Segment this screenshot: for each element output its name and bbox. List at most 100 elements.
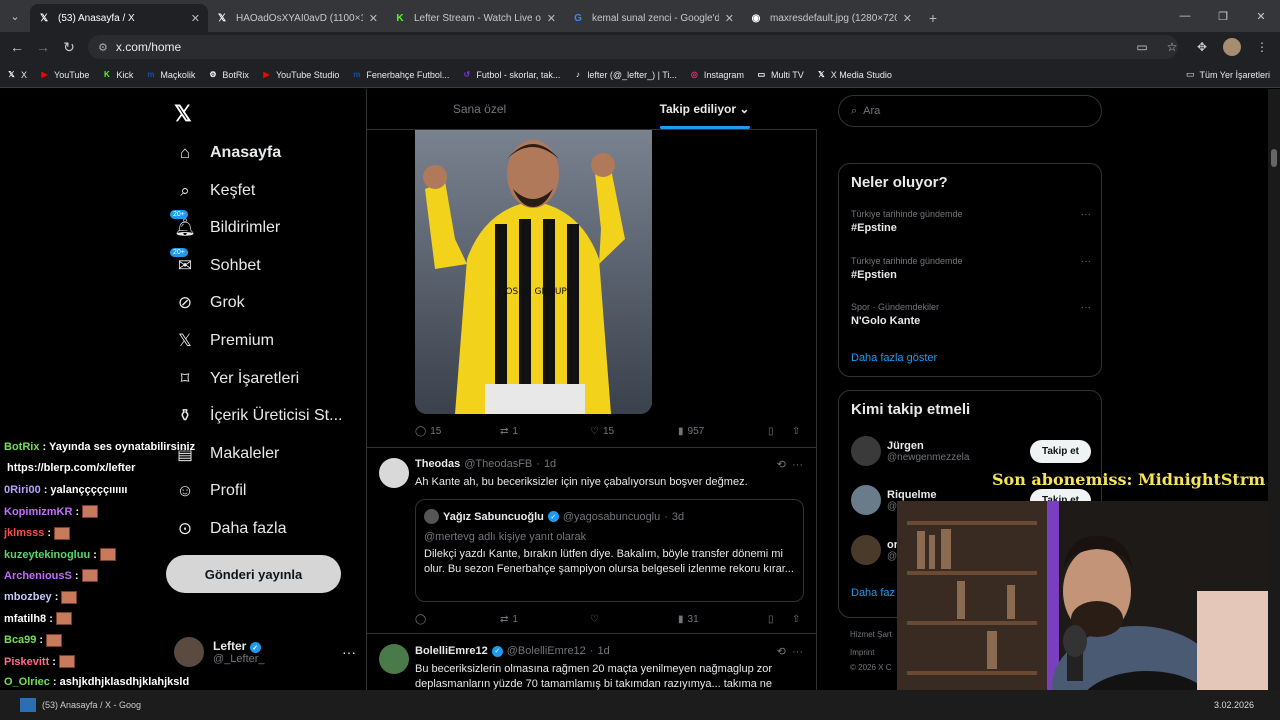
- trend-item[interactable]: Spor · Gündemdekiler N'Golo Kante ···: [851, 302, 1091, 327]
- sidebar-item-bookmark[interactable]: ⌑ Yer İşaretleri: [174, 364, 300, 394]
- close-tab-icon[interactable]: ✕: [191, 12, 200, 25]
- bookmark-item[interactable]: 𝕏X: [6, 69, 27, 80]
- address-bar[interactable]: ⚙ x.com/home: [88, 35, 1178, 59]
- tweet-time[interactable]: 1d: [597, 645, 609, 657]
- chat-message: ArcheniousS:: [4, 569, 98, 583]
- chat-username: BotRix: [4, 441, 40, 453]
- avatar[interactable]: [379, 458, 409, 488]
- post-button[interactable]: Gönderi yayınla: [166, 555, 341, 593]
- follow-button[interactable]: Takip et: [1029, 439, 1091, 463]
- trend-item[interactable]: Türkiye tarihinde gündemde #Epstien ···: [851, 256, 1091, 281]
- browser-tab[interactable]: 𝕏 HAOadOsXYAI0avD (1100×121 ✕: [208, 4, 386, 32]
- close-tab-icon[interactable]: ✕: [903, 12, 912, 25]
- tweet[interactable]: Theodas @TheodasFB · 1d ⟲ ··· Ah Kante a…: [367, 447, 817, 633]
- avatar[interactable]: [379, 644, 409, 674]
- author-name[interactable]: Theodas: [415, 458, 460, 470]
- sidebar-item-x-logo[interactable]: 𝕏 Premium: [174, 326, 274, 356]
- bookmark-item[interactable]: m Maçkolik: [145, 69, 195, 80]
- reply-button[interactable]: ◯: [415, 614, 500, 625]
- bookmark-item[interactable]: ◎ Instagram: [689, 69, 744, 80]
- footer-link[interactable]: Imprint: [850, 648, 874, 657]
- tweet-time[interactable]: 1d: [544, 458, 556, 470]
- x-logo-icon: 𝕏: [8, 70, 15, 79]
- kebab-menu-icon[interactable]: ⋮: [1250, 35, 1274, 59]
- views-button[interactable]: ▮ 31: [678, 614, 768, 625]
- extensions-icon[interactable]: ✥: [1190, 35, 1214, 59]
- close-tab-icon[interactable]: ✕: [547, 12, 556, 25]
- browser-tab[interactable]: ◉ maxresdefault.jpg (1280×720) ✕: [742, 4, 920, 32]
- repost-button[interactable]: ⇄ 1: [500, 426, 590, 437]
- trend-item[interactable]: Türkiye tarihinde gündemde #Epstine ···: [851, 209, 1091, 234]
- new-tab-button[interactable]: +: [920, 4, 946, 32]
- sidebar-item-more-circle[interactable]: ⊙ Daha fazla: [174, 514, 287, 544]
- tweet-menu[interactable]: ⟲ ···: [777, 458, 803, 471]
- bookmark-item[interactable]: m Fenerbahçe Futbol...: [351, 69, 449, 80]
- bookmark-button[interactable]: ▯: [768, 426, 792, 437]
- bookmark-item[interactable]: ♪ lefter (@_lefter_) | Ti...: [572, 69, 677, 80]
- close-tab-icon[interactable]: ✕: [725, 12, 734, 25]
- bookmark-item[interactable]: 𝕏 X Media Studio: [816, 69, 892, 80]
- forward-button[interactable]: →: [30, 34, 56, 60]
- sidebar-item-home[interactable]: ⌂ Anasayfa: [174, 138, 281, 168]
- more-icon[interactable]: ···: [1081, 302, 1091, 313]
- author-name[interactable]: BolelliEmre12: [415, 645, 488, 657]
- tweet-menu[interactable]: ⟲ ···: [777, 645, 803, 658]
- chat-text: :: [54, 591, 59, 604]
- share-button[interactable]: ⇧: [792, 614, 800, 625]
- x-logo-icon[interactable]: 𝕏: [174, 101, 192, 127]
- reload-button[interactable]: ↻: [56, 34, 82, 60]
- sidebar-item-bell[interactable]: 🔔︎ 20+ Bildirimler: [170, 210, 280, 243]
- site-info-icon[interactable]: ⚙: [98, 41, 108, 54]
- search-input[interactable]: ⌕ Ara: [838, 95, 1102, 127]
- tab-for-you[interactable]: Sana özel: [367, 89, 592, 129]
- bookmark-item[interactable]: ▭ Multi TV: [756, 69, 804, 80]
- more-icon[interactable]: ···: [342, 644, 356, 660]
- like-button[interactable]: ♡ 15: [590, 426, 678, 437]
- instagram-icon: ◎: [690, 70, 698, 79]
- share-button[interactable]: ⇧: [792, 426, 800, 437]
- page-scrollbar[interactable]: [1268, 89, 1280, 720]
- all-bookmarks[interactable]: ▭ Tüm Yer İşaretleri: [1186, 69, 1270, 80]
- back-button[interactable]: ←: [4, 34, 30, 60]
- views-button[interactable]: ▮ 957: [678, 426, 768, 437]
- author-handle[interactable]: @TheodasFB: [464, 458, 532, 470]
- bookmark-item[interactable]: ▶ YouTube: [39, 69, 89, 80]
- account-switcher[interactable]: Lefter ✓ @_Lefter_ ···: [174, 634, 356, 670]
- bookmark-item[interactable]: K Kick: [101, 69, 133, 80]
- more-icon[interactable]: ···: [1081, 256, 1091, 267]
- reply-button[interactable]: ◯ 15: [415, 426, 500, 437]
- scrollbar-thumb[interactable]: [1271, 149, 1277, 167]
- restore-button[interactable]: ❐: [1204, 0, 1242, 32]
- bookmark-item[interactable]: ▶ YouTube Studio: [261, 69, 339, 80]
- post-image[interactable]: ROSHN GROUP: [415, 129, 652, 414]
- author-handle[interactable]: @BolelliEmre12: [507, 645, 586, 657]
- bookmark-item[interactable]: ⚙ BotRix: [207, 69, 249, 80]
- quote-tweet[interactable]: Yağız Sabuncuoğlu ✓ @yagosabuncuoglu · 3…: [415, 499, 804, 602]
- close-window-button[interactable]: ✕: [1242, 0, 1280, 32]
- sidebar-item-search[interactable]: ⌕ Keşfet: [174, 176, 255, 206]
- bookmark-item[interactable]: ↺ Futbol - skorlar, tak...: [461, 69, 561, 80]
- bookmark-button[interactable]: ▯: [768, 614, 792, 625]
- avatar: [174, 637, 204, 667]
- sidebar-item-mail[interactable]: ✉ 20+ Sohbet: [170, 247, 261, 281]
- browser-tab[interactable]: Gkemal sunal zenci - Google'da A ✕: [564, 4, 742, 32]
- footer-link[interactable]: Hizmet Şart: [850, 630, 892, 639]
- sidebar-item-person[interactable]: ☺ Profil: [174, 476, 246, 506]
- cast-icon[interactable]: ▭: [1130, 35, 1154, 59]
- close-tab-icon[interactable]: ✕: [369, 12, 378, 25]
- tab-following[interactable]: Takip ediliyor ⌄: [592, 89, 817, 129]
- follow-suggestion[interactable]: Jürgen @newgenmezzela Takip et: [851, 434, 1091, 468]
- tab-search-button[interactable]: ⌄: [0, 0, 30, 32]
- profile-avatar[interactable]: [1220, 35, 1244, 59]
- more-icon[interactable]: ···: [1081, 209, 1091, 220]
- star-icon[interactable]: ☆: [1160, 35, 1184, 59]
- show-more-link[interactable]: Daha fazla göster: [851, 352, 1091, 364]
- sidebar-item-grok[interactable]: ⊘ Grok: [174, 288, 245, 318]
- browser-tab[interactable]: 𝕏 (53) Anasayfa / X ✕: [30, 4, 208, 32]
- taskbar-app-chrome[interactable]: (53) Anasayfa / X - Goog: [20, 698, 141, 712]
- sidebar-item-creator-studio[interactable]: ⚱ İçerik Üreticisi St...: [174, 401, 343, 431]
- minimize-button[interactable]: —: [1166, 0, 1204, 32]
- repost-button[interactable]: ⇄ 1: [500, 614, 590, 625]
- like-button[interactable]: ♡: [590, 614, 678, 625]
- browser-tab[interactable]: K Lefter Stream - Watch Live on K ✕: [386, 4, 564, 32]
